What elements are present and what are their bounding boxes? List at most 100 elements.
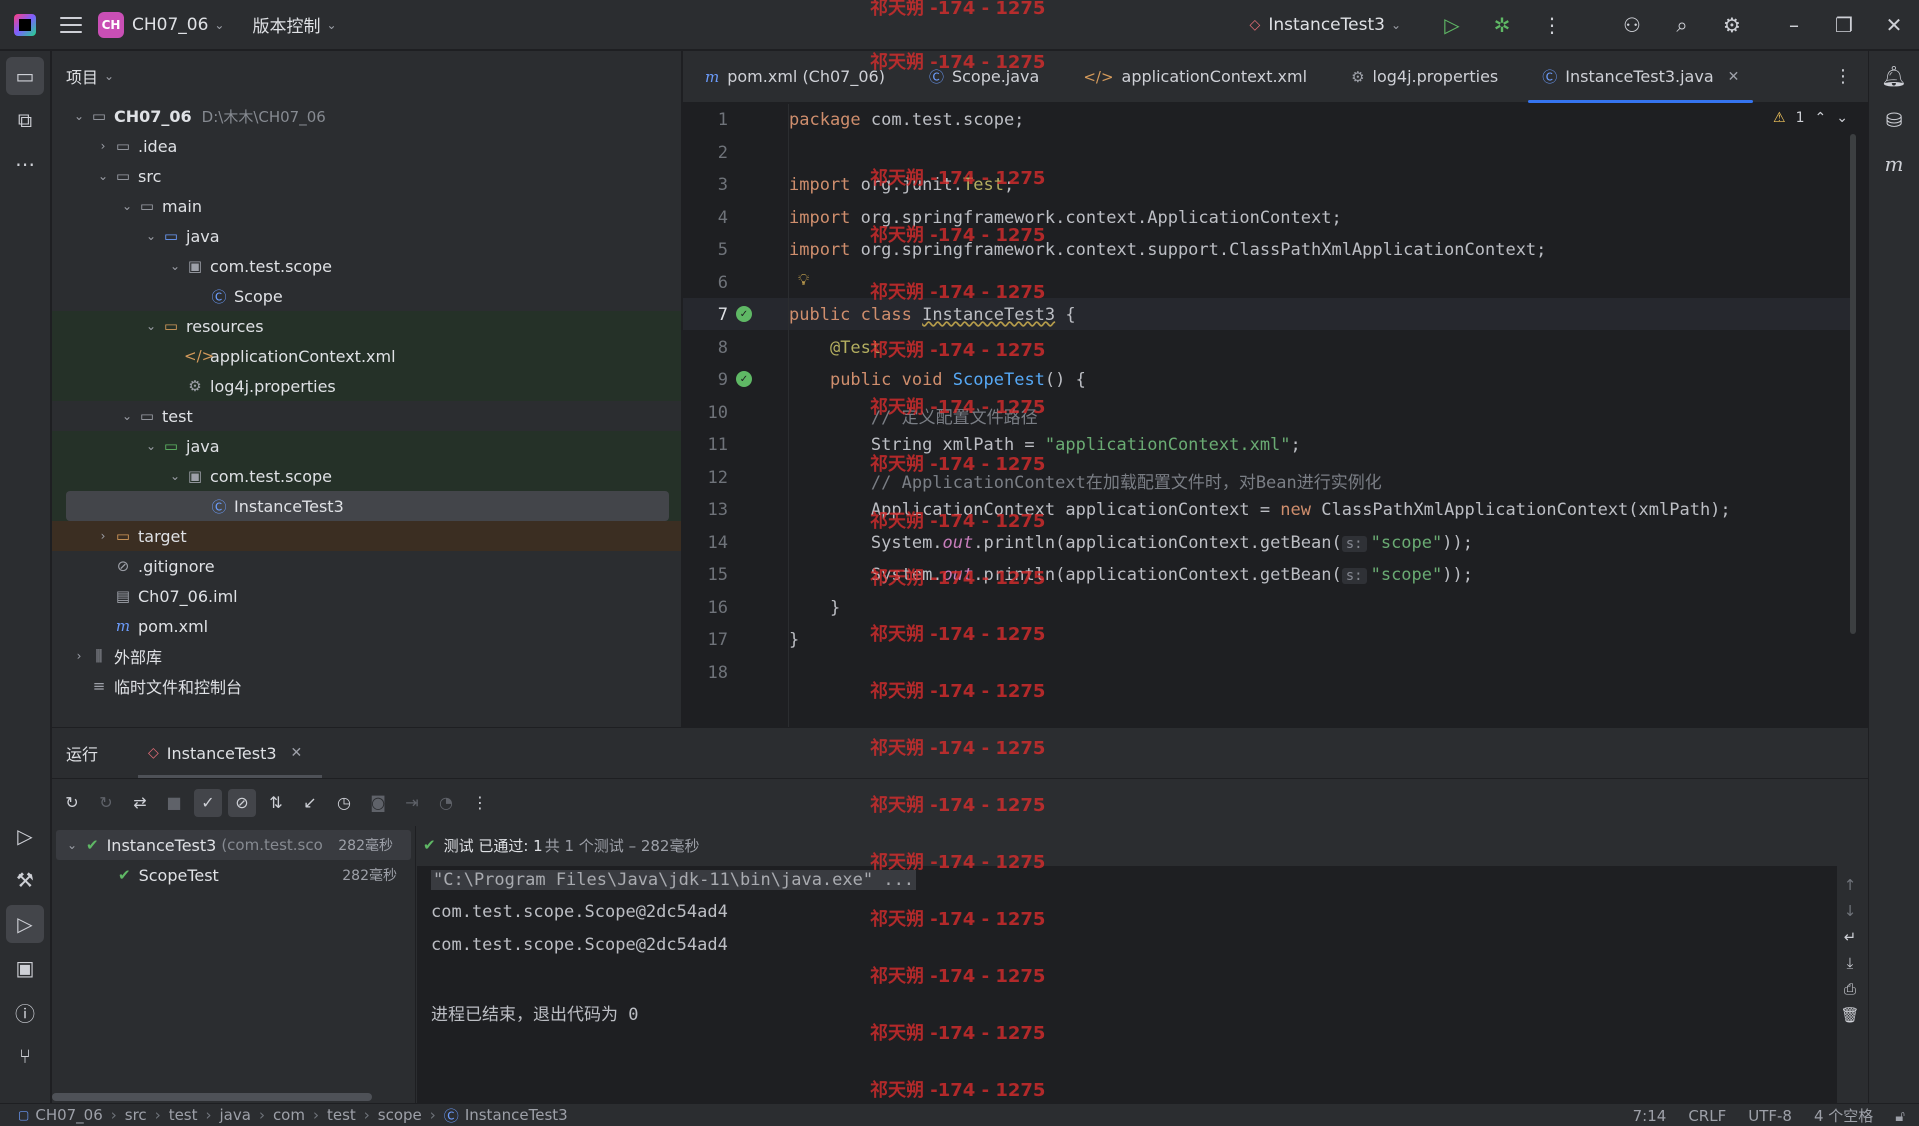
build-hammer-icon[interactable]: ⚒ [6,861,44,899]
notifications-bell-icon[interactable]: 🔔︎ [1875,57,1913,95]
tree-item-appcontext-xml[interactable]: </> applicationContext.xml [52,341,681,371]
tree-item-instancetest3[interactable]: Ⓒ InstanceTest3 [66,491,669,521]
minimize-icon[interactable]: – [1769,0,1819,50]
app-logo-icon[interactable] [14,13,36,36]
file-encoding[interactable]: UTF-8 [1748,1107,1792,1125]
soft-wrap-icon[interactable]: ↵ [1844,928,1857,946]
test-suite-row[interactable]: ⌄ ✔ InstanceTest3 (com.test.sco 282毫秒 [56,830,411,860]
tree-item-scratches[interactable]: ≡ 临时文件和控制台 [52,671,681,701]
tree-horizontal-scrollbar[interactable] [52,1093,372,1101]
chevron-down-icon[interactable]: ⌄ [94,169,112,183]
breadcrumb-item[interactable]: test [327,1106,356,1124]
code-editor[interactable]: 1 2 3 4 5 6 7 8 9 10 11 12 13 14 15 16 1… [683,104,1868,727]
more-actions-icon[interactable]: ⋮ [1527,0,1577,50]
console-output[interactable]: "C:\Program Files\Java\jdk-11\bin\java.e… [417,866,1837,1103]
tree-item-src[interactable]: ⌄ ▭ src [52,161,681,191]
tree-item-scope-class[interactable]: Ⓒ Scope [52,281,681,311]
tree-item-target[interactable]: › ▭ target [52,521,681,551]
history-clock-icon[interactable]: ◷ [330,789,358,817]
tab-scope-java[interactable]: Ⓒ Scope.java [907,51,1061,103]
console-line[interactable]: "C:\Program Files\Java\jdk-11\bin\java.e… [431,870,917,890]
print-icon[interactable]: ⎙ [1844,980,1856,998]
toggle-auto-test-icon[interactable]: ⇄ [126,789,154,817]
arrow-up-icon[interactable]: ↑ [1844,876,1857,894]
lock-icon[interactable]: 🔓︎ [1895,1107,1905,1125]
import-tests-icon[interactable]: ↙ [296,789,324,817]
sort-icon[interactable]: ⇅ [262,789,290,817]
breadcrumb-item[interactable]: scope [378,1106,422,1124]
inspection-widget[interactable]: ⚠ 1 ⌃ ⌄ [1773,110,1848,126]
chevron-right-icon[interactable]: › [70,649,88,663]
tree-item-main-package[interactable]: ⌄ ▣ com.test.scope [52,251,681,281]
trash-icon[interactable]: 🗑︎ [1840,1006,1859,1024]
vcs-menu[interactable]: 版本控制 ⌄ [252,0,336,50]
chevron-up-icon[interactable]: ⌃ [1815,110,1827,126]
breadcrumb-item[interactable]: CH07_06 [35,1106,102,1124]
terminal-icon[interactable]: ▣ [6,949,44,987]
tree-item-test[interactable]: ⌄ ▭ test [52,401,681,431]
arrow-down-icon[interactable]: ↓ [1844,902,1857,920]
scroll-to-end-icon[interactable]: ⤓ [1847,954,1854,972]
tab-appcontext-xml[interactable]: </> applicationContext.xml [1061,51,1329,103]
more-tools-icon[interactable]: ⋯ [6,145,44,183]
project-panel-header[interactable]: 项目 ⌄ [52,51,681,101]
rerun-failed-icon[interactable]: ↻ [92,789,120,817]
search-icon[interactable]: ⌕ [1657,0,1707,50]
export-icon[interactable]: ⇥ [398,789,426,817]
run-tab[interactable]: ◇ InstanceTest3 ✕ [138,728,323,778]
cursor-position[interactable]: 7:14 [1633,1107,1667,1125]
run-test-method-icon[interactable]: ✓ [736,371,752,387]
close-tab-icon[interactable]: ✕ [291,745,303,761]
tab-options-icon[interactable]: ⋮ [1834,66,1852,87]
chevron-down-icon[interactable]: ⌄ [142,439,160,453]
close-tab-icon[interactable]: ✕ [1728,69,1740,85]
test-case-row[interactable]: ✔ ScopeTest 282毫秒 [52,860,415,890]
project-switcher[interactable]: CH CH07_06 ⌄ [98,0,224,50]
breadcrumb-item[interactable]: test [169,1106,198,1124]
tree-item-gitignore[interactable]: ⊘ .gitignore [52,551,681,581]
breadcrumb-item[interactable]: InstanceTest3 [465,1106,568,1124]
run-config-selector[interactable]: ◇ InstanceTest3 ⌄ [1250,15,1401,35]
tree-item-main-java[interactable]: ⌄ ▭ java [52,221,681,251]
database-icon[interactable]: ⛁ [1875,101,1913,139]
services-icon[interactable]: ▷ [6,817,44,855]
coverage-icon[interactable]: ◔ [432,789,460,817]
tab-log4j[interactable]: ⚙ log4j.properties [1329,51,1520,103]
chevron-down-icon[interactable]: ⌄ [1836,110,1848,126]
editor-scrollbar[interactable] [1850,134,1856,634]
tree-item-root[interactable]: ⌄ ▭ CH07_06 D:\木木\CH07_06 [52,101,681,131]
line-separator[interactable]: CRLF [1688,1107,1726,1125]
maximize-icon[interactable]: ❐ [1819,0,1869,50]
tree-item-test-java[interactable]: ⌄ ▭ java [52,431,681,461]
run-icon[interactable]: ▷ [1427,0,1477,50]
settings-gear-icon[interactable]: ⚙ [1707,0,1757,50]
structure-icon[interactable]: ⧉ [6,101,44,139]
show-ignored-icon[interactable]: ⊘ [228,788,256,817]
tree-item-test-package[interactable]: ⌄ ▣ com.test.scope [52,461,681,491]
more-options-icon[interactable]: ⋮ [466,789,494,817]
chevron-down-icon[interactable]: ⌄ [142,229,160,243]
breadcrumb-item[interactable]: src [125,1106,147,1124]
tree-item-log4j[interactable]: ⚙ log4j.properties [52,371,681,401]
tab-pom-xml[interactable]: m pom.xml (Ch07_06) [683,51,907,103]
chevron-down-icon[interactable]: ⌄ [142,319,160,333]
close-icon[interactable]: ✕ [1869,0,1919,50]
project-folder-icon[interactable]: ▭ [6,57,44,95]
camera-icon[interactable]: ◙ [364,789,392,817]
run-test-class-icon[interactable]: ✓ [736,306,752,322]
stop-icon[interactable]: ■ [160,789,188,817]
main-menu-icon[interactable] [60,16,82,33]
git-branch-icon[interactable]: ⑂ [6,1037,44,1075]
indent-setting[interactable]: 4 个空格 [1814,1105,1873,1126]
run-tool-icon[interactable]: ▷ [6,905,44,943]
maven-icon[interactable]: m [1875,145,1913,183]
add-user-icon[interactable]: ⚇ [1607,0,1657,50]
tree-item-main[interactable]: ⌄ ▭ main [52,191,681,221]
problems-icon[interactable]: ⓘ [6,993,44,1031]
chevron-down-icon[interactable]: ⌄ [118,199,136,213]
chevron-right-icon[interactable]: › [94,139,112,153]
chevron-down-icon[interactable]: ⌄ [166,259,184,273]
tree-item-pom[interactable]: m pom.xml [52,611,681,641]
tab-instancetest3-java[interactable]: Ⓒ InstanceTest3.java ✕ [1520,51,1761,103]
tree-item-resources[interactable]: ⌄ ▭ resources [52,311,681,341]
